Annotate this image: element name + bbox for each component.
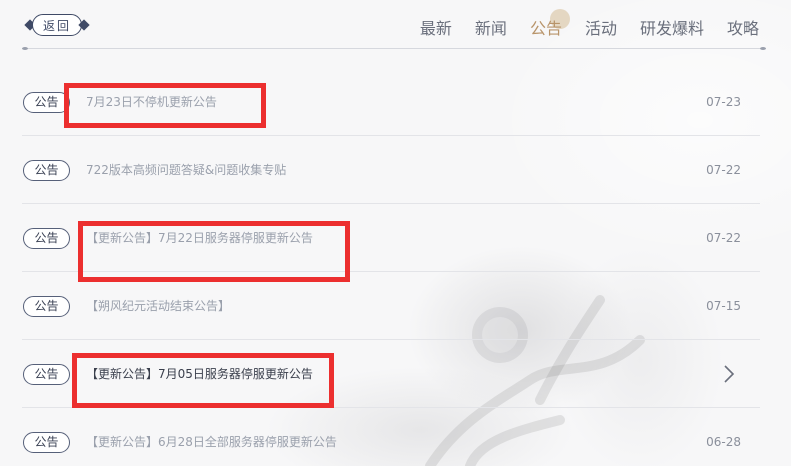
item-date: 06-28 — [706, 435, 741, 449]
nav-item-label: 公告 — [529, 19, 562, 38]
item-date: 07-23 — [706, 95, 741, 109]
category-tag: 公告 — [23, 364, 70, 385]
category-tag: 公告 — [23, 228, 70, 249]
category-tag: 公告 — [23, 160, 70, 181]
item-date: 07-15 — [706, 299, 741, 313]
item-date: 07-22 — [706, 231, 741, 245]
header-divider — [22, 47, 766, 51]
category-nav: 最新 新闻 公告 活动 研发爆料 攻略 — [397, 9, 759, 39]
nav-item-dev-reveals[interactable]: 研发爆料 — [640, 15, 704, 39]
header: 返回 最新 新闻 公告 活动 研发爆料 攻略 — [0, 0, 791, 52]
nav-item-announcements[interactable]: 公告 — [529, 9, 570, 39]
divider-line — [28, 48, 760, 49]
back-label: 返回 — [42, 18, 71, 33]
list-item[interactable]: 公告 722版本高频问题答疑&问题收集专贴 07-22 — [22, 136, 760, 204]
back-button[interactable]: 返回 — [24, 14, 90, 36]
list-item[interactable]: 公告 7月23日不停机更新公告 07-23 — [22, 68, 760, 136]
category-tag: 公告 — [23, 296, 70, 317]
list-item[interactable]: 公告 【更新公告】7月05日服务器停服更新公告 — [22, 340, 760, 408]
list-item[interactable]: 公告 【更新公告】7月22日服务器停服更新公告 07-22 — [22, 204, 760, 272]
list-item[interactable]: 公告 【朔风纪元活动结束公告】 07-15 — [22, 272, 760, 340]
item-title[interactable]: 【更新公告】6月28日全部服务器停服更新公告 — [86, 433, 337, 450]
nav-item-events[interactable]: 活动 — [585, 15, 617, 39]
item-title[interactable]: 【更新公告】7月22日服务器停服更新公告 — [86, 229, 313, 246]
chevron-right-icon[interactable] — [722, 364, 736, 384]
list-item[interactable]: 公告 【更新公告】6月28日全部服务器停服更新公告 06-28 — [22, 408, 760, 466]
divider-cap — [760, 47, 766, 50]
item-title[interactable]: 722版本高频问题答疑&问题收集专贴 — [86, 161, 286, 178]
nav-item-news[interactable]: 新闻 — [475, 15, 507, 39]
item-title[interactable]: 【更新公告】7月05日服务器停服更新公告 — [86, 365, 313, 382]
nav-item-latest[interactable]: 最新 — [420, 15, 452, 39]
item-title[interactable]: 【朔风纪元活动结束公告】 — [86, 297, 230, 314]
category-tag: 公告 — [23, 92, 70, 113]
category-tag: 公告 — [23, 432, 70, 453]
item-date: 07-22 — [706, 163, 741, 177]
nav-item-guides[interactable]: 攻略 — [727, 15, 759, 39]
item-title[interactable]: 7月23日不停机更新公告 — [86, 93, 217, 110]
announcement-list: 公告 7月23日不停机更新公告 07-23 公告 722版本高频问题答疑&问题收… — [22, 68, 760, 466]
